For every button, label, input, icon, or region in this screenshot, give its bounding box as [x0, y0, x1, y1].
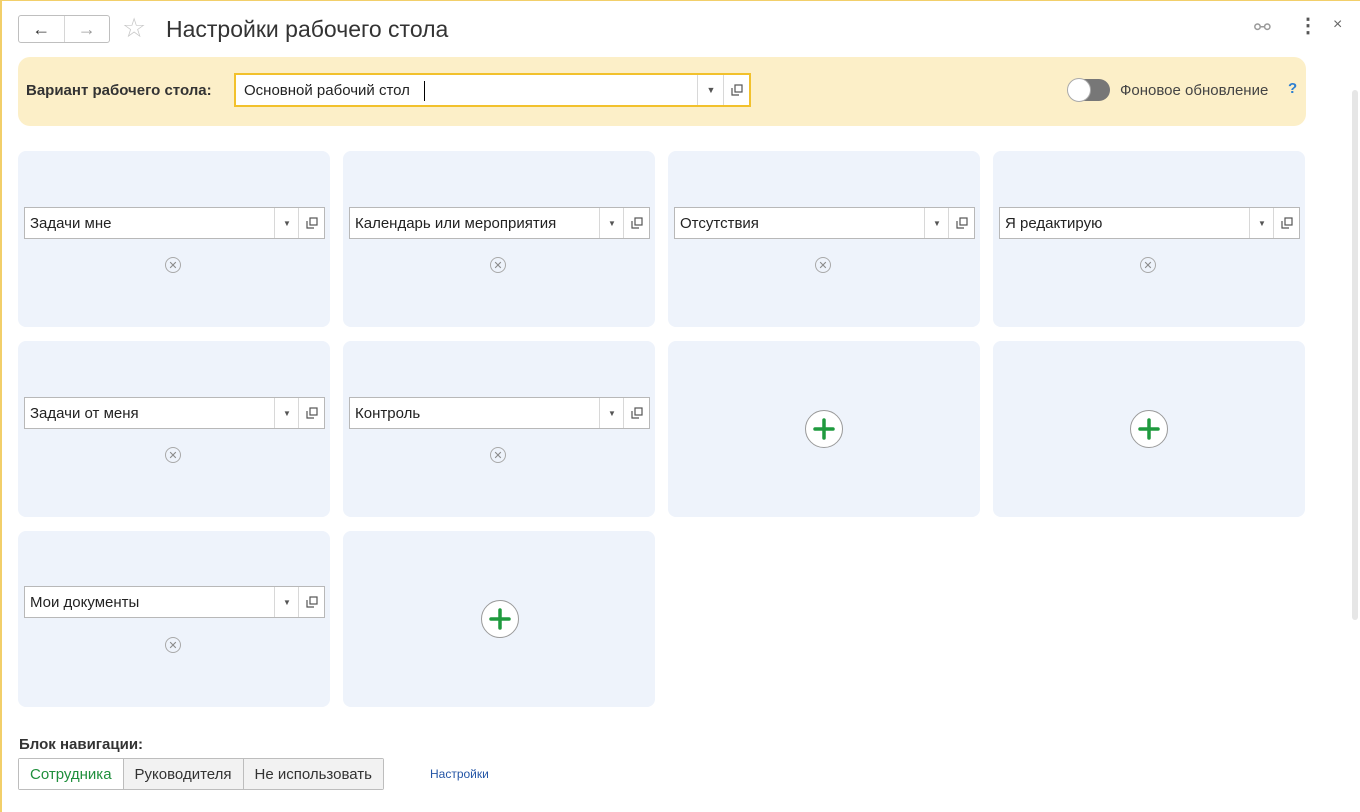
open-button[interactable]	[948, 208, 974, 238]
tile-select-value: Календарь или мероприятия	[355, 215, 557, 232]
tile: Я редактирую ▼ ✕	[993, 151, 1305, 327]
open-button[interactable]	[623, 398, 649, 428]
background-update-label: Фоновое обновление	[1120, 82, 1269, 99]
arrow-left-icon: ←	[32, 18, 51, 39]
dropdown-button[interactable]: ▼	[274, 398, 299, 428]
tile-select[interactable]: Задачи мне ▼	[24, 207, 325, 239]
forward-button[interactable]: →	[63, 16, 110, 42]
tile: Задачи мне ▼ ✕	[18, 151, 330, 327]
history-nav: ← →	[18, 15, 110, 43]
tile-select-value: Мои документы	[30, 594, 140, 611]
tile-empty	[668, 341, 980, 517]
tile-select-value: Задачи мне	[30, 215, 112, 232]
tile-select-value: Контроль	[355, 405, 421, 422]
open-button[interactable]	[1273, 208, 1299, 238]
navigation-block-label: Блок навигации:	[19, 736, 144, 753]
link-icon[interactable]: ⚯	[1254, 15, 1271, 40]
tile: Отсутствия ▼ ✕	[668, 151, 980, 327]
star-icon[interactable]: ☆	[122, 13, 146, 43]
plus-icon	[1138, 418, 1160, 440]
tile-select-value: Задачи от меня	[30, 405, 139, 422]
tile-select-value: Отсутствия	[680, 215, 759, 232]
open-button[interactable]	[723, 75, 750, 105]
open-button[interactable]	[623, 208, 649, 238]
remove-icon[interactable]: ✕	[815, 257, 831, 273]
settings-link[interactable]: Настройки	[430, 767, 489, 781]
text-cursor	[424, 81, 425, 101]
chevron-down-icon: ▼	[283, 408, 291, 418]
variant-value[interactable]: Основной рабочий стол	[244, 82, 410, 99]
navigation-block-switch: Сотрудника Руководителя Не использовать	[18, 758, 384, 790]
tile-select-value: Я редактирую	[1005, 215, 1103, 232]
tile-empty	[993, 341, 1305, 517]
chevron-down-icon: ▼	[283, 218, 291, 228]
chevron-down-icon: ▼	[608, 218, 616, 228]
remove-icon[interactable]: ✕	[165, 637, 181, 653]
option-manager[interactable]: Руководителя	[122, 759, 243, 789]
chevron-down-icon: ▼	[706, 85, 716, 95]
remove-icon[interactable]: ✕	[490, 257, 506, 273]
tile-select[interactable]: Задачи от меня ▼	[24, 397, 325, 429]
variant-field[interactable]: Основной рабочий стол ▼	[234, 73, 751, 107]
add-widget-button[interactable]	[481, 600, 519, 638]
chevron-down-icon: ▼	[283, 597, 291, 607]
tile-select[interactable]: Календарь или мероприятия ▼	[349, 207, 650, 239]
dropdown-button[interactable]: ▼	[599, 398, 624, 428]
dropdown-button[interactable]: ▼	[274, 587, 299, 617]
open-window-icon	[1280, 217, 1293, 229]
tile: Контроль ▼ ✕	[343, 341, 655, 517]
tile-select[interactable]: Мои документы ▼	[24, 586, 325, 618]
close-icon[interactable]: ×	[1333, 16, 1342, 34]
arrow-right-icon: →	[77, 18, 96, 39]
window-frame-top	[0, 0, 1360, 1]
scrollbar[interactable]	[1352, 90, 1358, 620]
open-window-icon	[731, 84, 743, 96]
dropdown-button[interactable]: ▼	[274, 208, 299, 238]
tile-empty	[343, 531, 655, 707]
open-window-icon	[305, 217, 318, 229]
plus-icon	[813, 418, 835, 440]
option-employee[interactable]: Сотрудника	[19, 759, 123, 789]
dropdown-button[interactable]: ▼	[924, 208, 949, 238]
variant-label: Вариант рабочего стола:	[26, 82, 212, 99]
open-button[interactable]	[298, 398, 324, 428]
open-window-icon	[305, 596, 318, 608]
open-window-icon	[955, 217, 968, 229]
tile-select[interactable]: Контроль ▼	[349, 397, 650, 429]
dropdown-button[interactable]: ▼	[599, 208, 624, 238]
background-update-toggle[interactable]	[1067, 78, 1110, 102]
remove-icon[interactable]: ✕	[1140, 257, 1156, 273]
dropdown-button[interactable]: ▼	[697, 75, 724, 105]
tile: Календарь или мероприятия ▼ ✕	[343, 151, 655, 327]
open-button[interactable]	[298, 208, 324, 238]
add-widget-button[interactable]	[1130, 410, 1168, 448]
remove-icon[interactable]: ✕	[490, 447, 506, 463]
option-none[interactable]: Не использовать	[242, 759, 383, 789]
tile-select[interactable]: Я редактирую ▼	[999, 207, 1300, 239]
open-window-icon	[305, 407, 318, 419]
tile: Мои документы ▼ ✕	[18, 531, 330, 707]
open-window-icon	[630, 407, 643, 419]
tile: Задачи от меня ▼ ✕	[18, 341, 330, 517]
remove-icon[interactable]: ✕	[165, 257, 181, 273]
page-title: Настройки рабочего стола	[166, 16, 449, 42]
chevron-down-icon: ▼	[1258, 218, 1266, 228]
help-icon[interactable]: ?	[1288, 80, 1297, 97]
back-button[interactable]: ←	[19, 16, 64, 42]
open-button[interactable]	[298, 587, 324, 617]
more-icon[interactable]: ⋮	[1298, 13, 1318, 38]
remove-icon[interactable]: ✕	[165, 447, 181, 463]
add-widget-button[interactable]	[805, 410, 843, 448]
open-window-icon	[630, 217, 643, 229]
plus-icon	[489, 608, 511, 630]
chevron-down-icon: ▼	[608, 408, 616, 418]
window-frame-left	[0, 0, 2, 812]
chevron-down-icon: ▼	[933, 218, 941, 228]
dropdown-button[interactable]: ▼	[1249, 208, 1274, 238]
tile-select[interactable]: Отсутствия ▼	[674, 207, 975, 239]
toggle-knob	[1067, 78, 1091, 102]
